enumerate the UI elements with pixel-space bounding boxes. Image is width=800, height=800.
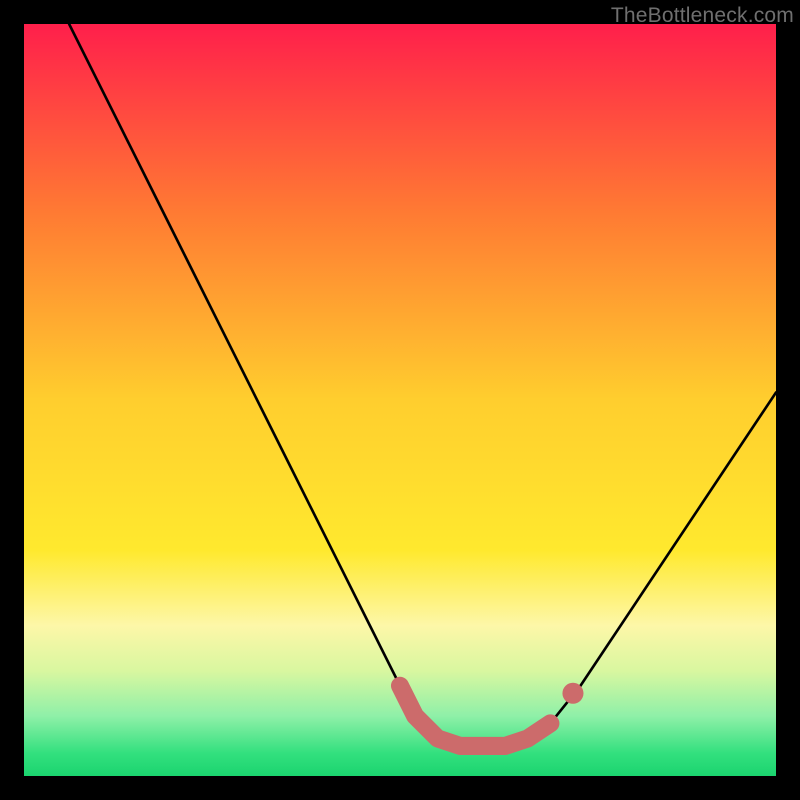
optimal-zone-end-dot bbox=[562, 683, 583, 704]
plot-area bbox=[24, 24, 776, 776]
chart-stage: TheBottleneck.com bbox=[0, 0, 800, 800]
watermark-label: TheBottleneck.com bbox=[611, 4, 794, 28]
curve-layer bbox=[24, 24, 776, 776]
optimal-zone-marker bbox=[400, 686, 550, 746]
bottleneck-curve bbox=[69, 24, 776, 746]
